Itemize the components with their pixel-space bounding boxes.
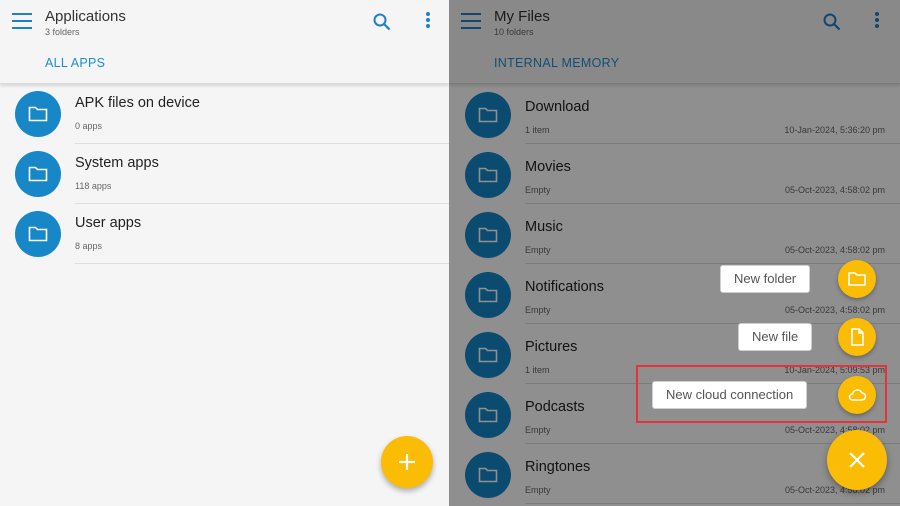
list-item[interactable]: User apps 8 apps xyxy=(0,204,449,264)
new-folder-button[interactable] xyxy=(838,260,876,298)
folder-count: 3 folders xyxy=(45,27,80,37)
divider xyxy=(75,263,449,264)
tab-bar: ALL APPS xyxy=(0,44,449,84)
folder-icon xyxy=(848,272,866,286)
file-icon xyxy=(851,328,864,346)
folder-name: System apps xyxy=(75,155,159,171)
folder-meta: 0 apps xyxy=(75,121,103,131)
plus-icon xyxy=(399,454,415,470)
page-title: Applications xyxy=(45,8,126,25)
new-folder-label[interactable]: New folder xyxy=(720,265,811,293)
search-icon[interactable] xyxy=(372,12,392,32)
more-options-icon[interactable] xyxy=(424,12,432,32)
folder-icon xyxy=(15,91,61,137)
list-item[interactable]: APK files on device 0 apps xyxy=(0,84,449,144)
add-fab-button[interactable] xyxy=(381,436,433,488)
folder-name: APK files on device xyxy=(75,95,200,111)
tab-all-apps[interactable]: ALL APPS xyxy=(45,56,105,70)
folder-name: User apps xyxy=(75,215,142,231)
close-speed-dial-button[interactable] xyxy=(827,430,887,490)
new-file-button[interactable] xyxy=(838,318,876,356)
list-item[interactable]: System apps 118 apps xyxy=(0,144,449,204)
apps-folder-list: APK files on device 0 apps System apps 1… xyxy=(0,84,449,264)
folder-icon xyxy=(15,211,61,257)
folder-meta: 8 apps xyxy=(75,241,103,251)
close-icon xyxy=(849,452,865,468)
new-file-label[interactable]: New file xyxy=(738,323,813,351)
folder-icon xyxy=(15,151,61,197)
folder-meta: 118 apps xyxy=(75,181,112,191)
speed-dial-scrim[interactable] xyxy=(449,0,900,506)
highlight-annotation xyxy=(636,365,887,423)
applications-pane: Applications 3 folders ALL APPS APK file… xyxy=(0,0,449,506)
applications-app-bar: Applications 3 folders xyxy=(0,0,449,44)
hamburger-menu-icon[interactable] xyxy=(12,13,32,29)
